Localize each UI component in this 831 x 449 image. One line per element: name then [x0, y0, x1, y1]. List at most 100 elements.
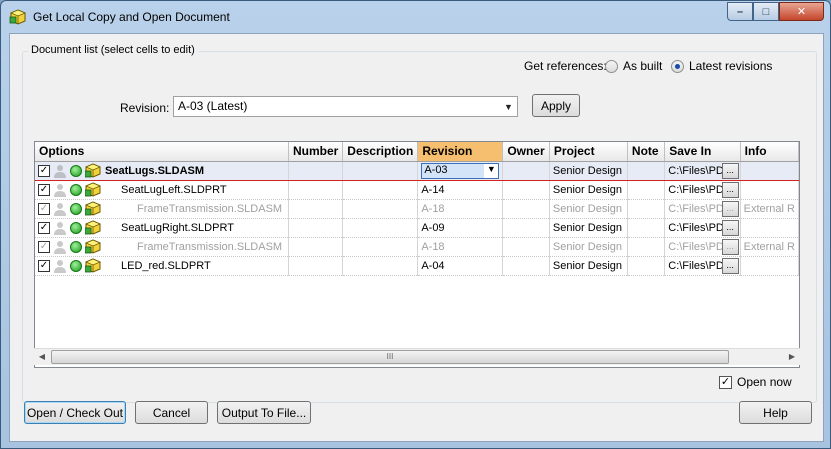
- row-checkbox[interactable]: ✓: [38, 202, 50, 215]
- scroll-left-icon[interactable]: ◀: [36, 352, 48, 361]
- owner-cell[interactable]: [502, 180, 550, 200]
- output-to-file-button[interactable]: Output To File...: [217, 401, 311, 424]
- cancel-button[interactable]: Cancel: [135, 401, 208, 424]
- help-button[interactable]: Help: [739, 401, 812, 424]
- column-header-revision[interactable]: Revision: [417, 142, 504, 162]
- radio-as-built[interactable]: As built: [605, 59, 662, 73]
- column-header-options[interactable]: Options: [35, 142, 289, 162]
- options-cell[interactable]: ✓ SeatLugLeft.SLDPRT: [35, 180, 289, 200]
- scroll-right-icon[interactable]: ▶: [786, 352, 798, 361]
- description-cell[interactable]: [342, 180, 419, 200]
- save-in-cell[interactable]: C:\Files\PDM...: [664, 237, 741, 257]
- table-row[interactable]: ✓ LED_red.SLDPRT A-04 Senior Design C:\Files…: [35, 256, 799, 276]
- project-cell[interactable]: Senior Design: [549, 161, 628, 181]
- browse-ellipsis-button[interactable]: ...: [721, 162, 739, 179]
- note-cell[interactable]: [627, 180, 666, 200]
- row-checkbox[interactable]: ✓: [38, 221, 50, 234]
- number-cell[interactable]: [288, 237, 344, 257]
- options-cell[interactable]: ✓ SeatLugs.SLDASM: [35, 161, 289, 181]
- revision-cell-editor[interactable]: A-03 ▼: [421, 162, 500, 179]
- note-cell[interactable]: [627, 256, 666, 276]
- owner-cell[interactable]: [502, 161, 550, 181]
- column-header-description[interactable]: Description: [342, 142, 419, 162]
- description-cell[interactable]: [342, 237, 419, 257]
- maximize-button[interactable]: □: [753, 2, 779, 21]
- radio-latest-revisions-dot[interactable]: [671, 59, 684, 73]
- note-cell[interactable]: [627, 218, 666, 238]
- row-checkbox[interactable]: ✓: [38, 259, 50, 272]
- project-cell[interactable]: Senior Design: [549, 199, 628, 219]
- row-checkbox[interactable]: ✓: [38, 240, 50, 253]
- column-header-note[interactable]: Note: [627, 142, 666, 162]
- column-header-info[interactable]: Info: [740, 142, 799, 162]
- table-row[interactable]: ✓ FrameTransmission.SLDASM A-18 Senior Desi…: [35, 199, 799, 219]
- number-cell[interactable]: [288, 161, 344, 181]
- revision-cell[interactable]: A-18: [417, 237, 504, 257]
- column-header-project[interactable]: Project: [549, 142, 628, 162]
- scroll-thumb[interactable]: III: [51, 350, 729, 364]
- options-cell[interactable]: ✓ FrameTransmission.SLDASM: [35, 237, 289, 257]
- save-in-cell[interactable]: C:\Files\PDM...: [664, 161, 741, 181]
- project-cell[interactable]: Senior Design: [549, 237, 628, 257]
- revision-cell[interactable]: A-04: [417, 256, 504, 276]
- chevron-down-icon[interactable]: ▼: [484, 163, 499, 178]
- owner-cell[interactable]: [502, 199, 550, 219]
- revision-cell[interactable]: A-14: [417, 180, 504, 200]
- row-checkbox[interactable]: ✓: [38, 183, 50, 196]
- browse-ellipsis-button[interactable]: ...: [721, 257, 739, 274]
- apply-button[interactable]: Apply: [532, 94, 580, 117]
- note-cell[interactable]: [627, 237, 666, 257]
- open-check-out-button[interactable]: Open / Check Out: [24, 401, 126, 424]
- note-cell[interactable]: [627, 161, 666, 181]
- assembly-icon: [84, 182, 102, 197]
- options-cell[interactable]: ✓ SeatLugRight.SLDPRT: [35, 218, 289, 238]
- open-now-check-icon[interactable]: ✓: [719, 375, 732, 389]
- description-cell[interactable]: [342, 161, 419, 181]
- get-latest-icon: [70, 183, 82, 196]
- number-cell[interactable]: [288, 180, 344, 200]
- minimize-button[interactable]: –: [727, 2, 753, 21]
- column-header-save-in[interactable]: Save In: [664, 142, 741, 162]
- revision-cell[interactable]: A-09: [417, 218, 504, 238]
- note-cell[interactable]: [627, 199, 666, 219]
- radio-latest-revisions[interactable]: Latest revisions: [671, 59, 772, 73]
- options-cell[interactable]: ✓ FrameTransmission.SLDASM: [35, 199, 289, 219]
- save-in-cell[interactable]: C:\Files\PDM...: [664, 256, 741, 276]
- browse-ellipsis-button[interactable]: ...: [721, 238, 739, 255]
- save-in-cell[interactable]: C:\Files\PDM...: [664, 180, 741, 200]
- table-row[interactable]: ✓ SeatLugRight.SLDPRT A-09 Senior Design C:\…: [35, 218, 799, 238]
- revision-cell[interactable]: A-18: [417, 199, 504, 219]
- description-cell[interactable]: [342, 218, 419, 238]
- save-in-cell[interactable]: C:\Files\PDM...: [664, 199, 741, 219]
- description-cell[interactable]: [342, 199, 419, 219]
- table-row[interactable]: ✓ SeatLugLeft.SLDPRT A-14 Senior Design C:\F…: [35, 180, 799, 200]
- chevron-down-icon[interactable]: ▼: [500, 97, 517, 116]
- description-cell[interactable]: [342, 256, 419, 276]
- horizontal-scrollbar[interactable]: ◀ III ▶: [34, 348, 800, 365]
- browse-ellipsis-button[interactable]: ...: [721, 219, 739, 236]
- browse-ellipsis-button[interactable]: ...: [721, 200, 739, 217]
- revision-select[interactable]: A-03 (Latest) ▼: [173, 96, 518, 117]
- owner-cell[interactable]: [502, 218, 550, 238]
- project-cell[interactable]: Senior Design: [549, 256, 628, 276]
- radio-as-built-dot[interactable]: [605, 59, 618, 73]
- number-cell[interactable]: [288, 218, 344, 238]
- owner-cell[interactable]: [502, 237, 550, 257]
- revision-cell[interactable]: A-03 ▼: [417, 161, 504, 181]
- title-bar[interactable]: Get Local Copy and Open Document – □ ✕: [1, 1, 830, 33]
- owner-cell[interactable]: [502, 256, 550, 276]
- save-in-cell[interactable]: C:\Files\PDM...: [664, 218, 741, 238]
- browse-ellipsis-button[interactable]: ...: [721, 181, 739, 198]
- project-cell[interactable]: Senior Design: [549, 180, 628, 200]
- number-cell[interactable]: [288, 199, 344, 219]
- number-cell[interactable]: [288, 256, 344, 276]
- table-row[interactable]: ✓ FrameTransmission.SLDASM A-18 Senior Desi…: [35, 237, 799, 257]
- open-now-checkbox[interactable]: ✓ Open now: [719, 375, 792, 389]
- row-checkbox[interactable]: ✓: [38, 164, 50, 177]
- column-header-owner[interactable]: Owner: [502, 142, 550, 162]
- options-cell[interactable]: ✓ LED_red.SLDPRT: [35, 256, 289, 276]
- close-button[interactable]: ✕: [779, 2, 824, 21]
- column-header-number[interactable]: Number: [288, 142, 344, 162]
- table-row[interactable]: ✓ SeatLugs.SLDASM A-03 ▼ Senior Design C:\Fil…: [35, 161, 799, 181]
- project-cell[interactable]: Senior Design: [549, 218, 628, 238]
